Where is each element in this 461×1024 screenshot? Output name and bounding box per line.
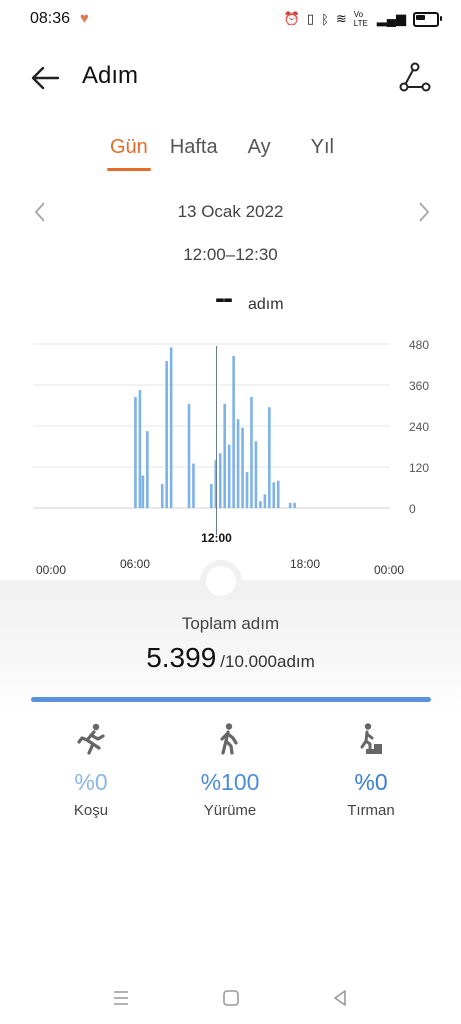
- home-nav-icon[interactable]: [219, 986, 243, 1010]
- chart-scrubber-handle[interactable]: [206, 566, 236, 596]
- walking-icon: [220, 723, 238, 755]
- chart-bar: [272, 482, 276, 508]
- tab-ay[interactable]: Ay: [248, 136, 271, 159]
- bluetooth-icon: ᛒ: [321, 11, 329, 27]
- next-day-chevron-icon[interactable]: [414, 199, 434, 225]
- walking-label: Yürüme: [203, 802, 257, 819]
- period-tabs: Gün Hafta Ay Yıl: [107, 136, 356, 171]
- steps-bar-chart[interactable]: 480 360 240 120 0 12:00 00:00 06:00 18:00 00:00: [0, 320, 461, 580]
- chart-bar: [165, 361, 168, 508]
- health-heart-icon: ♥: [80, 10, 89, 27]
- chart-bar: [254, 441, 258, 508]
- chart-bar: [187, 403, 191, 508]
- chart-bar: [134, 396, 137, 508]
- y-tick-label: 0: [409, 502, 416, 516]
- battery-icon: [413, 11, 442, 27]
- total-steps-value: 5.399: [146, 642, 217, 673]
- climbing-label: Tırman: [347, 802, 395, 819]
- selected-date: 13 Ocak 2022: [177, 202, 284, 221]
- total-steps: 5.399/10.000adım: [0, 642, 461, 674]
- stat-walking: %100 Yürüme: [170, 722, 290, 819]
- climbing-icon: [358, 723, 382, 754]
- selected-step-unit: adım: [248, 296, 284, 313]
- chart-bar: [263, 494, 267, 508]
- status-bar: 08:36 ♥ ⏰ ▯ ᛒ ≋ Vo LTE ▂▄▆: [0, 0, 461, 40]
- chart-bar: [232, 355, 235, 508]
- volte-icon: Vo LTE: [353, 10, 368, 28]
- alarm-icon: ⏰: [283, 11, 300, 26]
- total-steps-label: Toplam adım: [181, 614, 280, 633]
- y-tick-label: 360: [409, 379, 429, 393]
- chart-bar: [146, 431, 149, 508]
- tab-hafta[interactable]: Hafta: [170, 136, 218, 159]
- chart-bar: [141, 475, 145, 508]
- route-icon[interactable]: [396, 60, 434, 96]
- x-tick-label: 18:00: [290, 557, 320, 571]
- running-icon: [77, 723, 105, 755]
- chart-bar: [192, 463, 195, 508]
- x-tick-label: 00:00: [36, 563, 66, 577]
- selected-step-value: --: [215, 282, 233, 315]
- running-label: Koşu: [73, 802, 109, 819]
- back-nav-icon[interactable]: [328, 986, 352, 1010]
- walking-percent: %100: [200, 769, 260, 795]
- wifi-icon: ≋: [335, 11, 347, 26]
- chart-bar: [293, 502, 296, 508]
- tab-gun[interactable]: Gün: [107, 136, 151, 171]
- y-tick-label: 120: [409, 461, 429, 475]
- chart-bar: [259, 501, 262, 508]
- y-tick-label: 240: [409, 420, 429, 434]
- stat-running: %0 Koşu: [31, 722, 151, 819]
- signal-icon: ▂▄▆: [376, 11, 406, 26]
- chart-bar: [227, 444, 231, 508]
- steps-goal: /10.000adım: [220, 652, 315, 671]
- chart-bar: [250, 396, 253, 508]
- x-tick-label: 00:00: [374, 563, 404, 577]
- chart-bar: [276, 480, 280, 508]
- y-tick-label: 480: [409, 338, 429, 352]
- chart-bar: [223, 403, 226, 508]
- page-title: Adım: [82, 62, 139, 89]
- running-percent: %0: [74, 769, 108, 795]
- selected-time-range: 12:00–12:30: [183, 245, 278, 264]
- chart-bar: [169, 347, 173, 508]
- goal-progress-fill: [31, 697, 431, 702]
- goal-progress-bar: [31, 697, 431, 702]
- chart-bar: [241, 427, 244, 508]
- x-tick-label: 06:00: [120, 557, 150, 571]
- chart-bar: [210, 484, 213, 508]
- menu-nav-icon[interactable]: [109, 986, 133, 1010]
- chart-bar: [138, 390, 142, 508]
- tab-yil[interactable]: Yıl: [311, 136, 334, 159]
- back-arrow-icon[interactable]: [28, 60, 64, 96]
- chart-bar: [160, 484, 164, 508]
- system-nav-bar: [0, 978, 461, 1018]
- climbing-percent: %0: [354, 769, 388, 795]
- status-time: 08:36: [30, 10, 71, 27]
- chart-bar: [236, 419, 240, 508]
- status-icons: ⏰ ▯ ᛒ ≋ Vo LTE ▂▄▆: [283, 10, 442, 28]
- vibrate-icon: ▯: [306, 11, 315, 26]
- chart-bar: [268, 407, 271, 508]
- chart-bar: [245, 472, 249, 508]
- selected-time-label: 12:00: [201, 531, 232, 545]
- chart-bar: [288, 502, 292, 508]
- chart-bar: [218, 453, 222, 508]
- stat-climbing: %0 Tırman: [311, 722, 431, 819]
